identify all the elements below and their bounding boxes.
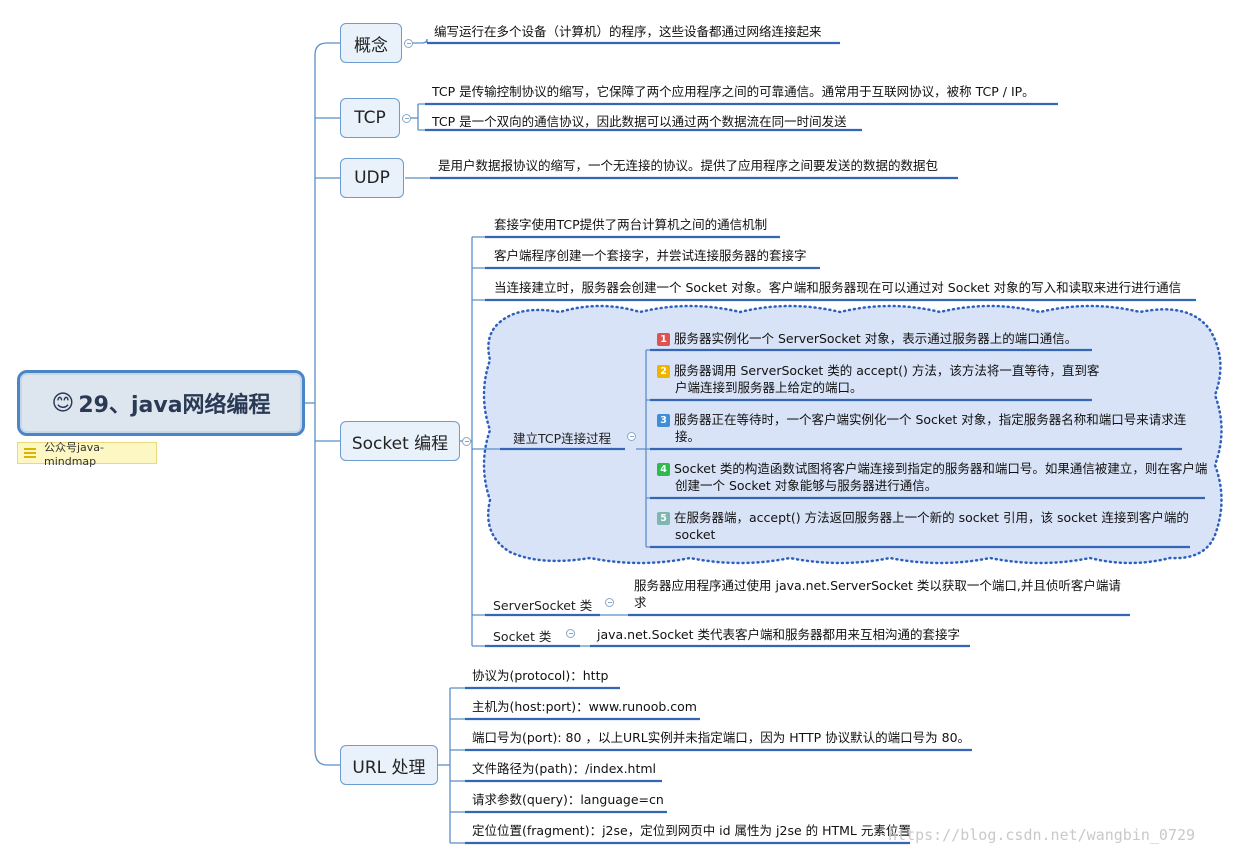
branch-udp-label: UDP — [354, 168, 390, 188]
concept-item: 编写运行在多个设备（计算机）的程序，这些设备都通过网络连接起来 — [434, 24, 822, 39]
collapse-icon[interactable] — [402, 114, 411, 123]
tcp-item: TCP 是传输控制协议的缩写，它保障了两个应用程序之间的可靠通信。通常用于互联网… — [432, 84, 1035, 99]
root-topic[interactable]: 😊 29、java网络编程 — [17, 370, 305, 436]
tcp-item: TCP 是一个双向的通信协议，因此数据可以通过两个数据流在同一时间发送 — [432, 114, 847, 129]
branch-url[interactable]: URL 处理 — [340, 745, 438, 785]
note-text: 公众号java-mindmap — [43, 440, 105, 468]
collapse-icon[interactable] — [627, 432, 636, 441]
branch-udp[interactable]: UDP — [340, 158, 404, 198]
process-step: 3 服务器正在等待时，一个客户端实例化一个 Socket 对象，指定服务器名称和端… — [657, 411, 1195, 445]
collapse-icon[interactable] — [566, 629, 575, 638]
step-number-badge: 1 — [657, 333, 670, 346]
url-item: 端口号为(port): 80 ，以上URL实例并未指定端口，因为 HTTP 协议… — [472, 730, 971, 745]
socket-class-desc: java.net.Socket 类代表客户端和服务器都用来互相沟通的套接字 — [597, 627, 960, 642]
tcp-process-node[interactable]: 建立TCP连接过程 — [513, 428, 611, 447]
branch-concept[interactable]: 概念 — [340, 23, 402, 63]
socket-item: 套接字使用TCP提供了两台计算机之间的通信机制 — [494, 217, 768, 232]
process-step: 4 Socket 类的构造函数试图将客户端连接到指定的服务器和端口号。如果通信被建… — [657, 460, 1215, 494]
step-text: 服务器实例化一个 ServerSocket 对象，表示通过服务器上的端口通信。 — [674, 331, 1078, 346]
note-icon — [24, 448, 36, 458]
watermark: https://blog.csdn.net/wangbin_0729 — [888, 826, 1196, 844]
process-step: 1 服务器实例化一个 ServerSocket 对象，表示通过服务器上的端口通信。 — [657, 330, 1077, 347]
step-text: 在服务器端，accept() 方法返回服务器上一个新的 socket 引用，该 … — [674, 510, 1189, 542]
url-item: 主机为(host:port)：www.runoob.com — [472, 699, 697, 714]
udp-item: 是用户数据报协议的缩写，一个无连接的协议。提供了应用程序之间要发送的数据的数据包 — [438, 158, 939, 173]
url-item: 定位位置(fragment)：j2se，定位到网页中 id 属性为 j2se 的… — [472, 823, 911, 838]
step-text: Socket 类的构造函数试图将客户端连接到指定的服务器和端口号。如果通信被建立… — [674, 461, 1208, 493]
branch-url-label: URL 处理 — [352, 757, 426, 778]
note-label[interactable]: 公众号java-mindmap — [17, 441, 157, 468]
socket-class-node[interactable]: Socket 类 — [493, 626, 551, 645]
branch-socket-label: Socket 编程 — [351, 433, 449, 454]
collapse-icon[interactable] — [605, 598, 614, 607]
step-text: 服务器调用 ServerSocket 类的 accept() 方法，该方法将一直… — [674, 363, 1100, 395]
collapse-icon[interactable] — [404, 39, 413, 48]
branch-tcp[interactable]: TCP — [340, 98, 400, 138]
step-number-badge: 3 — [657, 414, 670, 427]
socket-item: 客户端程序创建一个套接字，并尝试连接服务器的套接字 — [494, 248, 807, 263]
branch-concept-label: 概念 — [354, 35, 388, 56]
process-step: 2 服务器调用 ServerSocket 类的 accept() 方法，该方法将一… — [657, 362, 1105, 396]
step-number-badge: 2 — [657, 365, 670, 378]
serversocket-desc: 服务器应用程序通过使用 java.net.ServerSocket 类以获取一个… — [634, 578, 1121, 610]
step-number-badge: 4 — [657, 463, 670, 476]
collapse-icon[interactable] — [462, 437, 471, 446]
url-item: 协议为(protocol)：http — [472, 668, 609, 683]
branch-socket[interactable]: Socket 编程 — [340, 421, 460, 461]
url-item: 文件路径为(path)：/index.html — [472, 761, 657, 776]
smile-icon: 😊 — [51, 390, 75, 416]
serversocket-node[interactable]: ServerSocket 类 — [493, 595, 592, 614]
branch-tcp-label: TCP — [354, 108, 386, 128]
process-step: 5 在服务器端，accept() 方法返回服务器上一个新的 socket 引用，该… — [657, 509, 1203, 543]
socket-item: 当连接建立时，服务器会创建一个 Socket 对象。客户端和服务器现在可以通过对… — [494, 280, 1182, 295]
step-text: 服务器正在等待时，一个客户端实例化一个 Socket 对象，指定服务器名称和端口… — [674, 412, 1187, 444]
root-title: 29、java网络编程 — [78, 393, 271, 418]
url-item: 请求参数(query)：language=cn — [472, 792, 664, 807]
step-number-badge: 5 — [657, 512, 670, 525]
